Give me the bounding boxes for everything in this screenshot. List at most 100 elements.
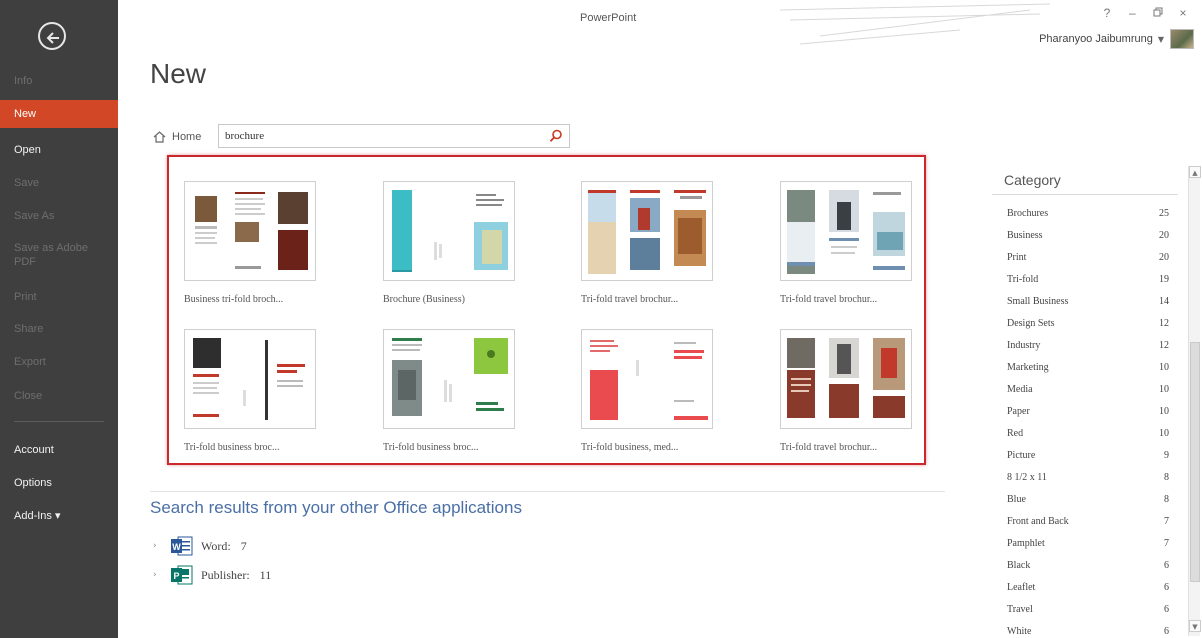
template-label: Tri-fold business broc... [184, 442, 280, 453]
category-count: 7 [1164, 515, 1169, 527]
back-button[interactable] [38, 22, 66, 50]
arrow-left-icon [46, 32, 59, 44]
category-scrollbar[interactable]: ▲ ▼ [1188, 166, 1201, 636]
publisher-icon: P [171, 565, 193, 585]
category-name: Media [1007, 383, 1033, 395]
thumbnail-image [787, 338, 905, 418]
account-switcher[interactable]: Pharanyoo Jaibumrung ▼ [1039, 28, 1194, 50]
category-count: 10 [1159, 427, 1169, 439]
category-item[interactable]: Brochures 25 [1007, 202, 1169, 224]
thumbnail-image [590, 340, 708, 420]
category-count: 8 [1164, 471, 1169, 483]
category-name: Design Sets [1007, 317, 1055, 329]
category-item[interactable]: Red 10 [1007, 422, 1169, 444]
category-count: 20 [1159, 229, 1169, 241]
templates-grid: Business tri-fold broch... Brochure (Bus… [167, 155, 926, 465]
nav-item-account[interactable]: Account [0, 443, 118, 457]
nav-item-share[interactable]: Share [0, 322, 118, 336]
home-link[interactable]: Home [153, 128, 201, 146]
category-count: 12 [1159, 317, 1169, 329]
title-bar-decoration [779, 3, 1051, 45]
category-item[interactable]: Tri-fold 19 [1007, 268, 1169, 290]
template-thumbnail [383, 329, 515, 429]
category-item[interactable]: Small Business 14 [1007, 290, 1169, 312]
publisher-results-row[interactable]: › P Publisher: 11 [153, 565, 271, 585]
category-item[interactable]: Leaflet 6 [1007, 576, 1169, 598]
word-icon: W [171, 536, 193, 556]
search-input[interactable] [225, 128, 545, 144]
thumbnail-image [195, 192, 308, 270]
category-item[interactable]: 8 1/2 x 11 8 [1007, 466, 1169, 488]
category-count: 7 [1164, 537, 1169, 549]
sidebar-divider [14, 421, 104, 422]
avatar [1170, 29, 1194, 49]
category-item[interactable]: Pamphlet 7 [1007, 532, 1169, 554]
window-controls: ? – × [1096, 6, 1194, 20]
category-count: 20 [1159, 251, 1169, 263]
template-thumbnail [383, 181, 515, 281]
category-item[interactable]: White 6 [1007, 620, 1169, 637]
category-item[interactable]: Picture 9 [1007, 444, 1169, 466]
template-label: Tri-fold travel brochur... [780, 442, 878, 453]
nav-item-close[interactable]: Close [0, 389, 118, 403]
help-button[interactable]: ? [1096, 6, 1118, 20]
minimize-button[interactable]: – [1121, 6, 1143, 20]
results-divider [150, 491, 945, 492]
scroll-down-arrow-icon[interactable]: ▼ [1189, 620, 1201, 632]
category-count: 6 [1164, 559, 1169, 571]
category-item[interactable]: Paper 10 [1007, 400, 1169, 422]
thumbnail-image [392, 190, 508, 272]
category-name: White [1007, 625, 1032, 637]
nav-item-new[interactable]: New [0, 100, 118, 128]
nav-item-save[interactable]: Save [0, 176, 118, 190]
nav-item-options[interactable]: Options [0, 476, 118, 490]
category-divider [992, 194, 1178, 195]
nav-item-open[interactable]: Open [0, 143, 118, 157]
category-item[interactable]: Black 6 [1007, 554, 1169, 576]
template-thumbnail [581, 329, 713, 429]
scrollbar-thumb[interactable] [1190, 342, 1200, 582]
restore-button[interactable] [1147, 6, 1169, 20]
nav-item-export[interactable]: Export [0, 355, 118, 369]
other-results-heading: Search results from your other Office ap… [150, 498, 522, 517]
category-item[interactable]: Industry 12 [1007, 334, 1169, 356]
category-name: Red [1007, 427, 1024, 439]
scroll-up-arrow-icon[interactable]: ▲ [1189, 166, 1201, 178]
nav-item-save-as-pdf[interactable]: Save as Adobe PDF [0, 241, 100, 269]
template-label: Tri-fold travel brochur... [780, 294, 878, 305]
user-name: Pharanyoo Jaibumrung [1039, 33, 1153, 45]
search-icon[interactable] [549, 129, 563, 143]
nav-item-add-ins[interactable]: Add-Ins ▾ [0, 509, 118, 523]
category-item[interactable]: Travel 6 [1007, 598, 1169, 620]
close-button[interactable]: × [1172, 6, 1194, 20]
category-name: Leaflet [1007, 581, 1036, 593]
category-count: 14 [1159, 295, 1169, 307]
app-result-count: 11 [259, 567, 272, 582]
search-box [218, 124, 570, 148]
app-result-count: 7 [240, 538, 247, 553]
template-thumbnail [184, 181, 316, 281]
category-name: Black [1007, 559, 1031, 571]
category-item[interactable]: Front and Back 7 [1007, 510, 1169, 532]
category-item[interactable]: Media 10 [1007, 378, 1169, 400]
chevron-right-icon: › [153, 541, 157, 551]
category-name: Paper [1007, 405, 1030, 417]
word-results-row[interactable]: › W Word: 7 [153, 536, 247, 556]
category-item[interactable]: Blue 8 [1007, 488, 1169, 510]
template-label: Brochure (Business) [383, 294, 465, 305]
category-name: Industry [1007, 339, 1041, 351]
category-name: 8 1/2 x 11 [1007, 471, 1047, 483]
category-item[interactable]: Design Sets 12 [1007, 312, 1169, 334]
category-name: Marketing [1007, 361, 1049, 373]
category-name: Small Business [1007, 295, 1069, 307]
nav-item-info[interactable]: Info [0, 74, 118, 88]
nav-item-save-as[interactable]: Save As [0, 209, 118, 223]
category-list: Brochures 25 Business 20 Print 20 Tri-fold 19 Sm… [1007, 202, 1169, 637]
category-item[interactable]: Print 20 [1007, 246, 1169, 268]
category-item[interactable]: Business 20 [1007, 224, 1169, 246]
thumbnail-image [392, 338, 508, 416]
category-count: 12 [1159, 339, 1169, 351]
nav-item-print[interactable]: Print [0, 290, 118, 304]
template-thumbnail [581, 181, 713, 281]
category-item[interactable]: Marketing 10 [1007, 356, 1169, 378]
